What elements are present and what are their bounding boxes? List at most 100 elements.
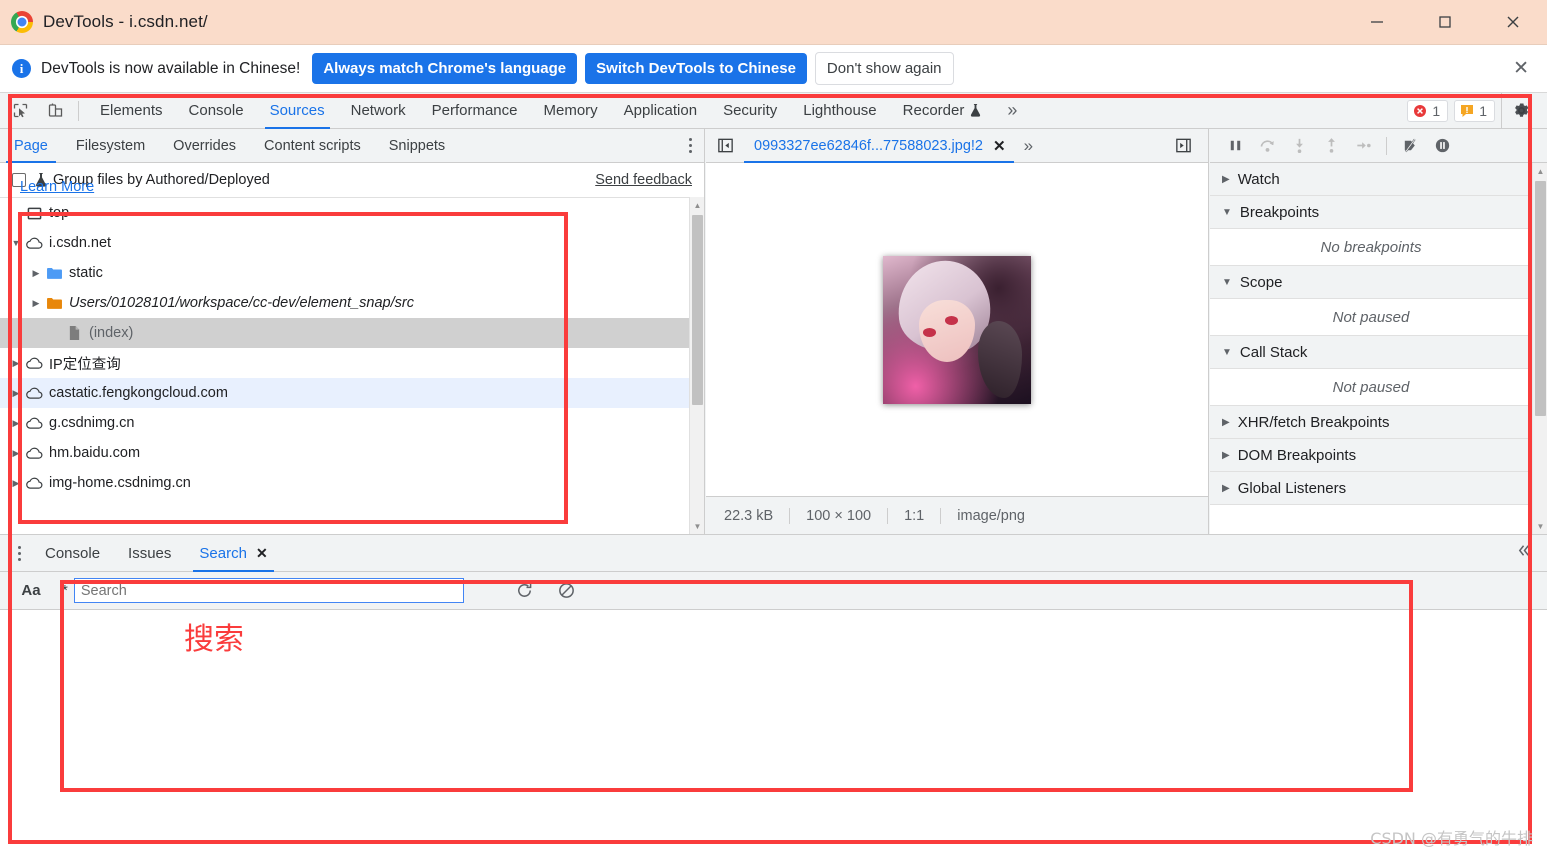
navigator-tab-overrides[interactable]: Overrides bbox=[159, 129, 250, 163]
debugger-toolbar-divider bbox=[1386, 136, 1387, 155]
deactivate-breakpoints-icon[interactable] bbox=[1395, 131, 1425, 161]
window-controls bbox=[1343, 0, 1547, 45]
drawer-tab-issues[interactable]: Issues bbox=[114, 535, 185, 572]
tab-application[interactable]: Application bbox=[611, 93, 710, 129]
tree-item[interactable]: ▶ img-home.csdnimg.cn bbox=[0, 468, 704, 498]
tab-network[interactable]: Network bbox=[338, 93, 419, 129]
drawer-tab-search[interactable]: Search ✕ bbox=[185, 535, 281, 572]
step-icon[interactable] bbox=[1348, 131, 1378, 161]
tree-item[interactable]: top bbox=[0, 198, 704, 228]
error-badge-icon[interactable]: 1 bbox=[1407, 99, 1449, 122]
main-tab-list: Elements Console Sources Network Performance… bbox=[87, 93, 995, 129]
file-tree-scrollbar[interactable]: ▲ ▼ bbox=[689, 197, 704, 534]
chevron-right-icon[interactable]: ▶ bbox=[8, 448, 24, 459]
debugger-section-scope[interactable]: ▼ Scope bbox=[1210, 266, 1532, 299]
navigator-tab-snippets[interactable]: Snippets bbox=[375, 129, 459, 163]
tree-item[interactable]: ▼ i.csdn.net bbox=[0, 228, 704, 258]
file-tree: top ▼ i.csdn.net ▶ static ▶ Users/01028101/wor… bbox=[0, 197, 704, 534]
scroll-up-icon[interactable]: ▲ bbox=[690, 197, 705, 213]
tab-lighthouse[interactable]: Lighthouse bbox=[790, 93, 889, 129]
match-case-toggle[interactable]: Aa bbox=[0, 582, 62, 599]
chevron-right-icon[interactable]: ▶ bbox=[8, 478, 24, 489]
more-options-icon[interactable] bbox=[689, 138, 692, 153]
step-over-icon[interactable] bbox=[1252, 131, 1282, 161]
chevron-right-icon[interactable]: ▶ bbox=[28, 268, 44, 279]
tab-sources[interactable]: Sources bbox=[257, 93, 338, 129]
tree-item[interactable]: (index) bbox=[0, 318, 704, 348]
issue-badges: 1 1 bbox=[1407, 92, 1547, 129]
collapse-drawer-icon[interactable] bbox=[1516, 542, 1533, 564]
infobar-close-icon[interactable]: ✕ bbox=[1507, 59, 1535, 78]
gear-icon[interactable] bbox=[1501, 92, 1541, 129]
drawer-tabbar: Console Issues Search ✕ bbox=[0, 535, 1547, 572]
search-results-area bbox=[0, 610, 1547, 855]
tab-console[interactable]: Console bbox=[176, 93, 257, 129]
tree-item[interactable]: ▶ g.csdnimg.cn bbox=[0, 408, 704, 438]
editor-tab-image[interactable]: 0993327ee62846f...77588023.jpg!2 ✕ bbox=[744, 129, 1014, 163]
maximize-icon[interactable] bbox=[1411, 0, 1479, 45]
inspect-element-icon[interactable] bbox=[5, 96, 35, 126]
tree-item[interactable]: ▶ Users/01028101/workspace/cc-dev/element… bbox=[0, 288, 704, 318]
refresh-icon[interactable] bbox=[504, 581, 546, 600]
debugger-section-xhr-fetch-breakpoints[interactable]: ▶ XHR/fetch Breakpoints bbox=[1210, 406, 1532, 439]
tree-item[interactable]: ▶ castatic.fengkongcloud.com bbox=[0, 378, 704, 408]
navigator-tab-content-scripts[interactable]: Content scripts bbox=[250, 129, 375, 163]
tab-memory[interactable]: Memory bbox=[531, 93, 611, 129]
image-mime-type: image/png bbox=[957, 507, 1025, 524]
drawer-more-options-icon[interactable] bbox=[18, 545, 21, 561]
language-info-bar: i DevTools is now available in Chinese! … bbox=[0, 45, 1547, 93]
navigator-tab-page[interactable]: Page bbox=[0, 129, 62, 163]
debugger-scroll-up-icon[interactable]: ▲ bbox=[1533, 163, 1547, 179]
more-tabs-icon[interactable]: » bbox=[995, 100, 1029, 121]
tab-elements[interactable]: Elements bbox=[87, 93, 176, 129]
chevron-down-icon[interactable]: ▼ bbox=[8, 238, 24, 248]
chevron-right-icon[interactable]: ▶ bbox=[8, 358, 24, 369]
debugger-section-watch[interactable]: ▶ Watch bbox=[1210, 163, 1532, 196]
dont-show-again-button[interactable]: Don't show again bbox=[814, 52, 954, 85]
step-into-icon[interactable] bbox=[1284, 131, 1314, 161]
editor-tab-close-icon[interactable]: ✕ bbox=[993, 137, 1006, 155]
tree-item[interactable]: ▶ hm.baidu.com bbox=[0, 438, 704, 468]
devtools-window: DevTools - i.csdn.net/ i DevTools is now… bbox=[0, 0, 1547, 855]
pause-script-icon[interactable] bbox=[1220, 131, 1250, 161]
debugger-section-breakpoints[interactable]: ▼ Breakpoints bbox=[1210, 196, 1532, 229]
step-out-icon[interactable] bbox=[1316, 131, 1346, 161]
tree-item[interactable]: ▶ IP定位查询 bbox=[0, 348, 704, 378]
debugger-scroll-thumb[interactable] bbox=[1535, 181, 1546, 416]
error-count: 1 bbox=[1432, 102, 1441, 119]
switch-devtools-chinese-button[interactable]: Switch DevTools to Chinese bbox=[585, 53, 807, 84]
debugger-section-call-stack[interactable]: ▼ Call Stack bbox=[1210, 336, 1532, 369]
debugger-scroll-down-icon[interactable]: ▼ bbox=[1533, 518, 1547, 534]
search-input[interactable] bbox=[73, 578, 464, 603]
always-match-language-button[interactable]: Always match Chrome's language bbox=[312, 53, 578, 84]
device-toolbar-icon[interactable] bbox=[40, 96, 70, 126]
debugger-section-global-listeners[interactable]: ▶ Global Listeners bbox=[1210, 472, 1532, 505]
chevron-right-icon[interactable]: ▶ bbox=[8, 418, 24, 429]
navigator-tab-filesystem[interactable]: Filesystem bbox=[62, 129, 159, 163]
debugger-scrollbar[interactable]: ▲ ▼ bbox=[1532, 163, 1547, 534]
tree-item[interactable]: ▶ static bbox=[0, 258, 704, 288]
infobar-message: DevTools is now available in Chinese! bbox=[41, 59, 301, 77]
minimize-icon[interactable] bbox=[1343, 0, 1411, 45]
drawer-tab-console[interactable]: Console bbox=[31, 535, 114, 572]
chevron-right-icon[interactable]: ▶ bbox=[8, 388, 24, 399]
file-tree-list: top ▼ i.csdn.net ▶ static ▶ Users/01028101/wor… bbox=[0, 198, 704, 498]
tab-security[interactable]: Security bbox=[710, 93, 790, 129]
show-debugger-icon[interactable] bbox=[1168, 131, 1198, 161]
tab-recorder[interactable]: Recorder bbox=[890, 93, 996, 129]
pause-on-exceptions-icon[interactable] bbox=[1427, 131, 1457, 161]
tab-performance[interactable]: Performance bbox=[419, 93, 531, 129]
debugger-section-dom-breakpoints[interactable]: ▶ DOM Breakpoints bbox=[1210, 439, 1532, 472]
close-icon[interactable] bbox=[1479, 0, 1547, 45]
learn-more-link[interactable]: Learn More bbox=[20, 179, 94, 195]
clear-icon[interactable] bbox=[546, 581, 588, 600]
chevron-right-icon[interactable]: ▶ bbox=[28, 298, 44, 309]
drawer-tab-close-icon[interactable]: ✕ bbox=[256, 545, 268, 562]
file-tree-scroll-thumb[interactable] bbox=[692, 215, 703, 405]
send-feedback-link[interactable]: Send feedback bbox=[595, 172, 692, 188]
regex-toggle[interactable]: * bbox=[62, 582, 68, 599]
scroll-down-icon[interactable]: ▼ bbox=[690, 518, 705, 534]
warning-badge-icon[interactable]: 1 bbox=[1454, 99, 1495, 122]
show-navigator-icon[interactable] bbox=[710, 131, 740, 161]
editor-more-tabs-icon[interactable]: » bbox=[1014, 136, 1043, 156]
